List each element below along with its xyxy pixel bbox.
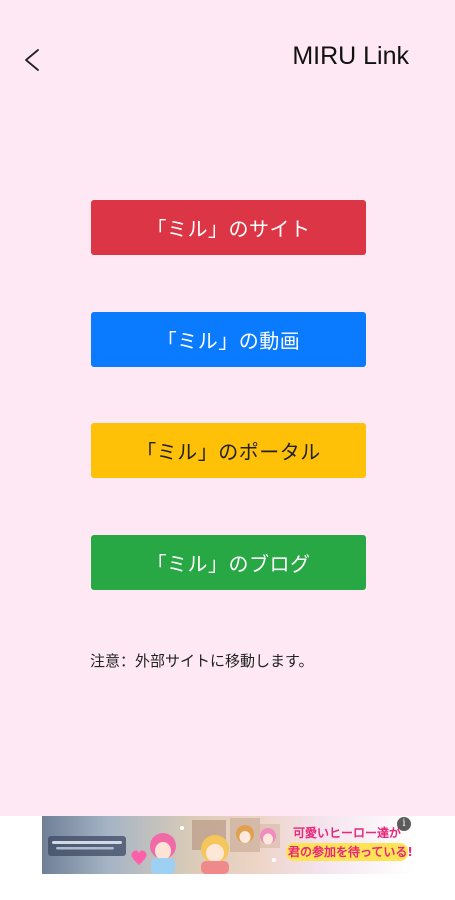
app-screen: MIRU Link 「ミル」のサイト 「ミル」の動画 「ミル」のポータル 「ミル… [0,0,455,816]
site-link-button[interactable]: 「ミル」のサイト [91,200,366,255]
ad-tagline-line1: 可愛いヒーロー達が [292,826,401,840]
ad-tagline-line2: 君の参加を待っている! [286,843,413,861]
back-button[interactable] [14,40,50,80]
video-link-button[interactable]: 「ミル」の動画 [91,312,366,367]
ad-banner[interactable]: 可愛いヒーロー達が 君の参加を待っている! i [42,816,413,874]
external-site-notice: 注意：外部サイトに移動します。 [90,652,314,670]
ad-tagline: 可愛いヒーロー達が 君の参加を待っている! [286,824,413,861]
portal-link-button[interactable]: 「ミル」のポータル [91,423,366,478]
blog-link-button[interactable]: 「ミル」のブログ [91,535,366,590]
app-title: MIRU Link [292,42,409,70]
chevron-left-icon [25,49,39,71]
info-icon[interactable]: i [397,817,411,831]
